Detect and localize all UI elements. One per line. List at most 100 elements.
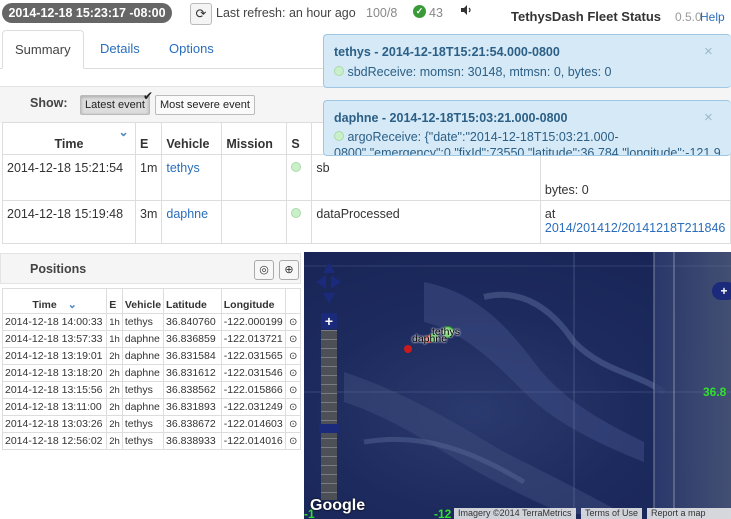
pan-right-icon[interactable] (331, 275, 341, 289)
table-row[interactable]: 2014-12-18 14:00:33 1h tethys 36.840760 -122… (1, 313, 301, 331)
terrain-layer (304, 252, 731, 519)
check-circle-icon: ✓ (413, 5, 426, 18)
col-status[interactable]: S (286, 122, 313, 155)
pan-up-icon[interactable] (323, 262, 335, 273)
col-latitude[interactable]: Latitude (163, 288, 222, 314)
target-icon[interactable]: ◎ (254, 260, 274, 280)
latitude-grid-label: 36.8 (703, 385, 727, 399)
crosshair-icon[interactable]: ⊕ (279, 260, 299, 280)
vehicle-link[interactable]: tethys (166, 161, 199, 175)
locate-icon[interactable]: ⊙ (285, 398, 301, 416)
event-vehicle: daphne (161, 200, 223, 244)
col-time[interactable]: Time ⌄ (1, 288, 108, 314)
col-time-label: Time (32, 299, 57, 311)
table-row[interactable]: 2014-12-18 13:18:20 2h daphne 36.831612 -122… (1, 364, 301, 382)
position-longitude: -122.031546 (220, 364, 287, 382)
position-longitude: -122.000199 (220, 313, 287, 331)
position-latitude: 36.836859 (163, 330, 222, 348)
col-vehicle[interactable]: Vehicle (121, 288, 165, 314)
map-view[interactable]: + tethys daphne + 36.8 -1 -12 Google Ima… (304, 252, 731, 519)
zoom-slider[interactable] (321, 330, 337, 500)
col-time[interactable]: Time ⌄ (2, 122, 136, 155)
close-icon[interactable]: × (704, 43, 713, 60)
position-longitude: -122.031565 (220, 347, 287, 365)
locate-icon[interactable]: ⊙ (285, 381, 301, 399)
pan-control[interactable] (316, 262, 342, 310)
position-vehicle: tethys (121, 313, 165, 331)
positions-table: Time ⌄ E Vehicle Latitude Longitude 2014… (1, 288, 301, 450)
locate-icon[interactable]: ⊙ (285, 415, 301, 433)
pan-left-icon[interactable] (316, 275, 326, 289)
positions-title: Positions (30, 262, 87, 276)
sort-chevron-icon[interactable]: ⌄ (119, 125, 129, 139)
position-latitude: 36.831584 (163, 347, 222, 365)
table-row[interactable]: 2014-12-18 13:11:00 2h daphne 36.831893 -122… (1, 398, 301, 416)
popover-body-text: sbdReceive: momsn: 30148, mtmsn: 0, byte… (347, 65, 612, 79)
help-link[interactable]: Help (700, 10, 725, 24)
col-vehicle-label: Vehicle (166, 137, 210, 151)
position-latitude: 36.831893 (163, 398, 222, 416)
positions-header-row: Time ⌄ E Vehicle Latitude Longitude (1, 288, 301, 314)
table-row[interactable]: 2014-12-18 13:03:26 2h tethys 36.838672 -122… (1, 415, 301, 433)
google-logo[interactable]: Google (310, 497, 365, 515)
position-vehicle: tethys (121, 432, 165, 450)
expand-control-icon[interactable]: + (712, 282, 731, 300)
popover-body-text: argoReceive: {"date":"2014-12-18T15:03:2… (334, 130, 721, 156)
position-elapsed: 2h (106, 364, 123, 382)
popover-body: sbdReceive: momsn: 30148, mtmsn: 0, byte… (334, 65, 612, 79)
table-row[interactable]: 2014-12-18 13:19:01 2h daphne 36.831584 -122… (1, 347, 301, 365)
locate-icon[interactable]: ⊙ (285, 313, 301, 331)
refresh-icon: ⟳ (195, 6, 207, 21)
terms-link[interactable]: Terms of Use (581, 508, 643, 519)
locate-icon[interactable]: ⊙ (285, 432, 301, 450)
col-mission[interactable]: Mission (221, 122, 288, 155)
most-severe-event-button[interactable]: Most severe event (155, 95, 255, 115)
position-time: 2014-12-18 13:57:33 (1, 330, 108, 348)
pan-down-icon[interactable] (323, 293, 335, 304)
ok-count: 43 (429, 6, 443, 20)
latest-event-button[interactable]: Latest event (80, 95, 150, 115)
position-vehicle: tethys (121, 381, 165, 399)
close-icon[interactable]: × (704, 109, 713, 126)
position-latitude: 36.838562 (163, 381, 222, 399)
status-dot-icon (291, 162, 302, 172)
tab-details[interactable]: Details (88, 30, 152, 67)
status-dot-icon (334, 66, 344, 76)
table-row[interactable]: 2014-12-18 12:56:02 2h tethys 36.838933 -122… (1, 432, 301, 450)
locate-icon[interactable]: ⊙ (285, 347, 301, 365)
table-row[interactable]: 2014-12-18 15:21:54 1m tethys sb bytes: … (2, 154, 731, 201)
position-elapsed: 2h (106, 432, 123, 450)
table-row[interactable]: 2014-12-18 13:57:33 1h daphne 36.836859 -122… (1, 330, 301, 348)
event-type: sb (311, 154, 541, 201)
tab-options[interactable]: Options (157, 30, 226, 67)
table-row[interactable]: 2014-12-18 15:19:48 3m daphne dataProces… (2, 200, 731, 244)
sort-chevron-icon[interactable]: ⌄ (68, 299, 77, 311)
speaker-icon[interactable] (460, 4, 472, 19)
position-time: 2014-12-18 13:18:20 (1, 364, 108, 382)
col-longitude[interactable]: Longitude (220, 288, 287, 314)
col-e[interactable]: E (134, 122, 163, 155)
tab-summary[interactable]: Summary (2, 30, 84, 69)
status-dot-icon (334, 131, 344, 141)
event-detail: at 2014/201412/20141218T211846 (539, 200, 731, 244)
event-counter: 100/8 (366, 6, 398, 20)
position-elapsed: 2h (106, 347, 123, 365)
zoom-slider-handle[interactable] (319, 424, 339, 433)
table-row[interactable]: 2014-12-18 13:15:56 2h tethys 36.838562 -122… (1, 381, 301, 399)
event-mission (221, 200, 288, 244)
locate-icon[interactable]: ⊙ (285, 330, 301, 348)
vehicle-link[interactable]: daphne (166, 207, 208, 221)
refresh-button[interactable]: ⟳ (190, 3, 212, 25)
popover-body: argoReceive: {"date":"2014-12-18T15:03:2… (334, 129, 731, 156)
position-vehicle: daphne (121, 330, 165, 348)
longitude-grid-label: -12 (434, 507, 452, 519)
col-e[interactable]: E (106, 288, 123, 314)
event-popover-daphne: daphne - 2014-12-18T15:03:21.000-0800 × … (323, 100, 731, 156)
col-vehicle[interactable]: Vehicle (161, 122, 223, 155)
data-link[interactable]: 2014/201412/20141218T211846 (545, 221, 726, 235)
daphne-label: daphne (412, 333, 448, 345)
locate-icon[interactable]: ⊙ (285, 364, 301, 382)
zoom-in-button[interactable]: + (321, 313, 337, 329)
position-latitude: 36.838933 (163, 432, 222, 450)
report-map-error-link[interactable]: Report a map error (647, 508, 731, 519)
